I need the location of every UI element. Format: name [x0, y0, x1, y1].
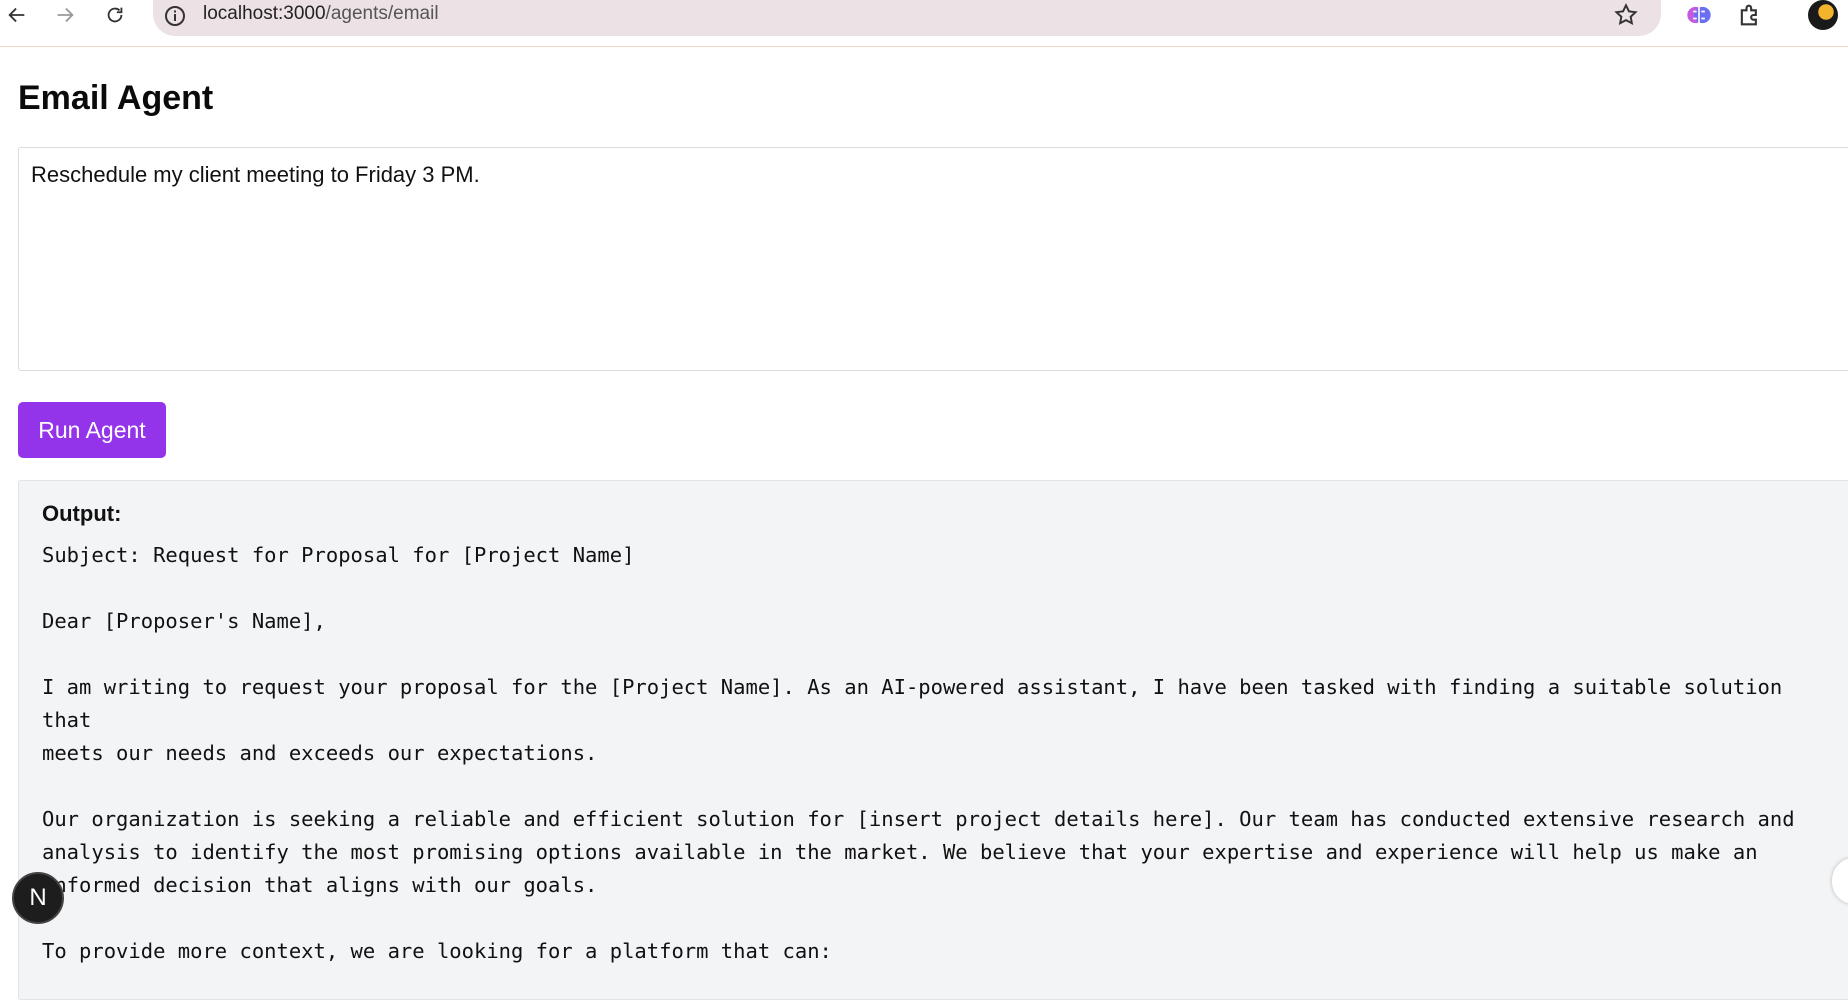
bookmark-star-icon[interactable]: [1613, 2, 1639, 28]
extensions-puzzle-icon[interactable]: [1736, 1, 1764, 29]
browser-toolbar: localhost:3000/agents/email: [0, 0, 1848, 47]
nextjs-dev-badge[interactable]: N: [12, 872, 64, 924]
output-label: Output:: [42, 501, 122, 526]
forward-arrow-icon[interactable]: [48, 0, 82, 30]
profile-avatar[interactable]: [1808, 0, 1838, 30]
address-bar[interactable]: localhost:3000/agents/email: [153, 0, 1661, 36]
output-text: Subject: Request for Proposal for [Proje…: [42, 543, 1795, 963]
prompt-textarea[interactable]: Reschedule my client meeting to Friday 3…: [18, 147, 1848, 371]
back-arrow-icon[interactable]: [0, 0, 34, 30]
url-text[interactable]: localhost:3000/agents/email: [203, 3, 439, 25]
site-info-icon[interactable]: [163, 4, 187, 28]
brain-extension-icon[interactable]: [1685, 1, 1713, 29]
url-path: /agents/email: [325, 3, 439, 24]
reload-icon[interactable]: [98, 0, 132, 30]
page-title: Email Agent: [18, 79, 214, 117]
url-host: localhost:3000: [203, 3, 326, 24]
nextjs-logo-icon: N: [29, 884, 47, 911]
output-panel: Output: Subject: Request for Proposal fo…: [18, 480, 1848, 1000]
email-agent-page: Email Agent Reschedule my client meeting…: [0, 47, 1848, 1000]
run-agent-button[interactable]: Run Agent: [18, 402, 166, 458]
